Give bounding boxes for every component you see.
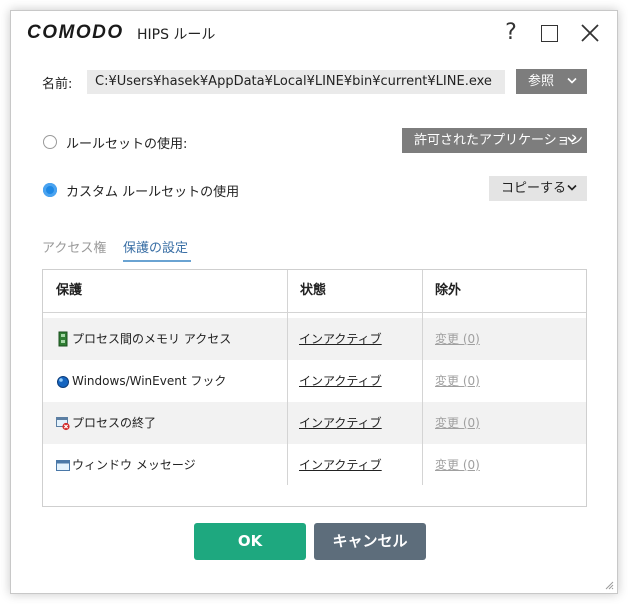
protection-name: ウィンドウ メッセージ (72, 458, 196, 472)
comodo-logo: COMODO (27, 22, 124, 43)
protection-name: プロセスの終了 (72, 416, 157, 430)
chevron-down-icon (567, 69, 577, 85)
exclusion-link[interactable]: 変更 (0) (435, 318, 480, 360)
ruleset-select[interactable]: 許可されたアプリケーション (402, 128, 587, 153)
protection-name: プロセス間のメモリ アクセス (72, 332, 232, 346)
table-row[interactable]: プロセスの終了 インアクティブ 変更 (0) (43, 402, 586, 444)
browse-button-label: 参照 (528, 74, 555, 89)
tab-access-rights[interactable]: アクセス権 (42, 237, 106, 256)
dialog-title: HIPS ルール (137, 27, 216, 43)
table-row[interactable]: ウィンドウ メッセージ インアクティブ 変更 (0) (43, 444, 586, 486)
column-header-protection[interactable]: 保護 (56, 270, 82, 312)
close-button[interactable] (577, 19, 603, 47)
maximize-icon (541, 25, 558, 42)
name-path-field[interactable]: C:¥Users¥hasek¥AppData¥Local¥LINE¥bin¥cu… (87, 70, 505, 94)
protection-table: 保護 状態 除外 プロセス間のメモリ アクセス インアクティブ 変更 (0) W… (42, 269, 587, 507)
chevron-down-icon (567, 176, 577, 192)
exclusion-link[interactable]: 変更 (0) (435, 402, 480, 444)
windows-hook-icon (57, 376, 69, 388)
status-link[interactable]: インアクティブ (299, 402, 382, 444)
exclusion-link[interactable]: 変更 (0) (435, 444, 480, 486)
table-row[interactable]: Windows/WinEvent フック インアクティブ 変更 (0) (43, 360, 586, 402)
table-row[interactable]: プロセス間のメモリ アクセス インアクティブ 変更 (0) (43, 318, 586, 360)
title-bar[interactable]: COMODO HIPS ルール ? (11, 11, 617, 55)
column-header-exclusion[interactable]: 除外 (435, 270, 461, 312)
process-memory-icon (58, 331, 68, 347)
active-tab-indicator (123, 260, 191, 262)
name-label: 名前: (42, 77, 73, 92)
use-custom-ruleset-radio[interactable] (43, 183, 57, 197)
ruleset-select-label: 許可されたアプリケーション (414, 133, 583, 148)
use-custom-ruleset-label[interactable]: カスタム ルールセットの使用 (66, 181, 239, 200)
column-header-status[interactable]: 状態 (300, 270, 326, 312)
table-header: 保護 状態 除外 (43, 270, 586, 313)
resize-grip-icon[interactable] (604, 580, 614, 590)
copy-button-label: コピーする (501, 181, 567, 196)
maximize-button[interactable] (537, 19, 563, 47)
status-link[interactable]: インアクティブ (299, 444, 382, 486)
use-ruleset-radio[interactable] (43, 135, 57, 149)
hips-rule-dialog: COMODO HIPS ルール ? 名前: C:¥Users¥hasek¥App… (10, 10, 618, 594)
use-ruleset-label[interactable]: ルールセットの使用: (66, 133, 187, 152)
ok-button[interactable]: OK (194, 523, 306, 560)
tab-protection-settings[interactable]: 保護の設定 (123, 237, 188, 256)
help-button[interactable]: ? (498, 19, 524, 47)
protection-name: Windows/WinEvent フック (72, 374, 227, 388)
status-link[interactable]: インアクティブ (299, 318, 382, 360)
window-message-icon (56, 460, 70, 471)
status-link[interactable]: インアクティブ (299, 360, 382, 402)
column-divider (422, 270, 423, 485)
cancel-button[interactable]: キャンセル (314, 523, 426, 560)
browse-button[interactable]: 参照 (516, 69, 587, 94)
process-terminate-icon (56, 417, 70, 431)
close-icon (581, 24, 599, 42)
copy-button[interactable]: コピーする (489, 176, 587, 201)
column-divider (287, 270, 288, 485)
exclusion-link[interactable]: 変更 (0) (435, 360, 480, 402)
chevron-down-icon (567, 128, 577, 144)
